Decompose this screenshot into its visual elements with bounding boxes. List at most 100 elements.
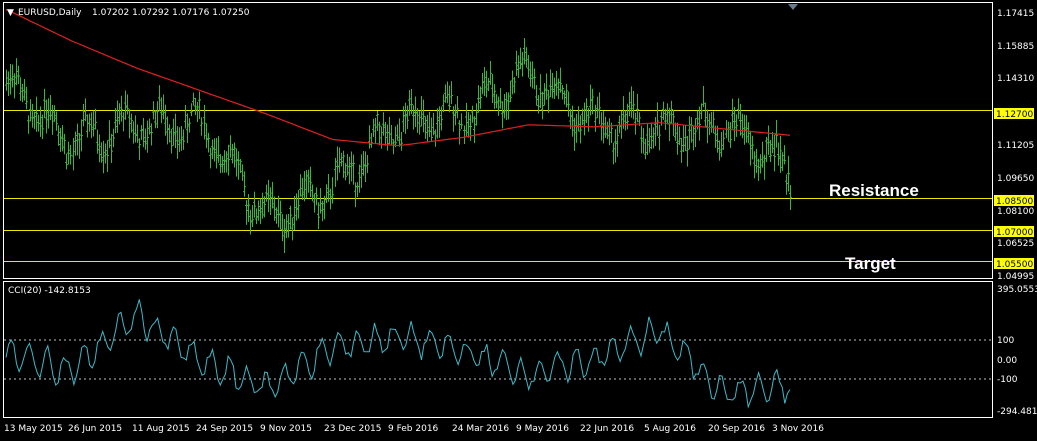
price-bar [606, 121, 609, 140]
price-bar [90, 112, 93, 139]
cci-tick: 395.0553 [997, 285, 1037, 295]
price-bar [102, 140, 105, 174]
price-bar [497, 96, 500, 116]
price-bar [751, 135, 754, 160]
time-tick: 24 Mar 2016 [452, 424, 509, 434]
time-tick: 9 Nov 2015 [260, 424, 312, 434]
price-bar [305, 169, 308, 199]
price-bar [509, 80, 512, 103]
price-tick: 1.15885 [997, 42, 1034, 52]
symbol-label: EURUSD,Daily [18, 8, 82, 18]
price-bar [525, 47, 528, 68]
price-bar [686, 136, 689, 167]
price-bar [467, 112, 470, 138]
trading-chart-window[interactable]: ▼ EURUSD,Daily 1.07202 1.07292 1.07176 1… [0, 0, 1037, 441]
price-bar [329, 188, 332, 210]
price-bar [458, 120, 461, 145]
price-tick: 1.04995 [997, 272, 1034, 282]
price-bar [501, 101, 504, 129]
price-bar [59, 128, 62, 152]
price-bar [710, 112, 713, 133]
price-bar [213, 138, 216, 162]
price-bar [98, 134, 101, 163]
price-bar [269, 187, 272, 216]
price-bar [475, 103, 478, 126]
price-bar [112, 128, 115, 148]
price-bar [557, 78, 560, 100]
chart-shift-marker[interactable] [788, 4, 798, 10]
price-bar [265, 184, 268, 202]
price-bar [136, 124, 139, 143]
price-bar [84, 98, 87, 122]
price-tick: 1.09650 [997, 174, 1034, 184]
price-bar [45, 99, 48, 134]
price-bar [759, 154, 762, 174]
price-tick: 1.17415 [997, 9, 1034, 19]
price-bar [340, 152, 343, 167]
price-bar [346, 153, 349, 176]
cci-tick: 100 [997, 336, 1014, 346]
price-bar [656, 102, 659, 136]
price-bar [390, 124, 393, 146]
price-bar [19, 77, 22, 101]
price-bar [396, 124, 399, 141]
price-bar [51, 104, 54, 135]
price-bar [503, 93, 506, 119]
price-bar [465, 102, 468, 137]
price-bar [88, 113, 91, 132]
price-bar [82, 103, 85, 127]
price-bar [446, 81, 449, 104]
price-bar [219, 154, 222, 174]
price-bar [680, 138, 683, 163]
price-bar [533, 68, 536, 90]
price-bar [342, 150, 345, 178]
time-tick: 13 May 2015 [4, 424, 63, 434]
price-tick: 1.06525 [997, 239, 1034, 249]
price-bar [519, 47, 522, 70]
cci-tick: -294.4813 [997, 407, 1037, 417]
price-bar [773, 134, 776, 172]
price-bar [708, 113, 711, 136]
price-bar [622, 96, 625, 129]
price-bar [624, 110, 627, 131]
price-bar [454, 104, 457, 126]
price-bar [543, 83, 546, 106]
price-bar [769, 139, 772, 163]
price-bar [672, 110, 675, 136]
time-tick: 11 Aug 2015 [132, 424, 190, 434]
price-bar [648, 127, 651, 153]
price-bar [652, 127, 655, 149]
triangle-down-icon[interactable]: ▼ [7, 8, 14, 18]
price-bar [31, 103, 34, 128]
price-bar [65, 153, 68, 170]
price-bar [720, 131, 723, 158]
price-bar [549, 69, 552, 98]
price-bar [380, 126, 383, 149]
price-bar [722, 130, 725, 150]
price-bar [714, 125, 717, 148]
price-bar [122, 112, 125, 132]
chart-canvas[interactable]: ▼ EURUSD,Daily 1.07202 1.07292 1.07176 1… [0, 0, 1037, 441]
price-bar [21, 84, 24, 103]
price-bar [630, 86, 633, 118]
price-bar [636, 93, 639, 123]
price-bar [547, 89, 550, 113]
price-bar [174, 113, 177, 149]
price-bar [164, 104, 167, 136]
price-bar [729, 122, 732, 148]
price-bar [57, 125, 60, 146]
price-bar [529, 61, 532, 87]
cci-line [5, 299, 791, 409]
price-bar [418, 111, 421, 135]
price-bar [700, 103, 703, 120]
price-bar [555, 70, 558, 96]
price-bar [541, 91, 544, 120]
price-tick: 1.11205 [997, 141, 1034, 151]
price-bar [789, 185, 792, 211]
target-annotation: Target [845, 254, 896, 273]
price-bar [209, 147, 212, 169]
price-bar [761, 141, 764, 168]
time-tick: 9 May 2016 [516, 424, 569, 434]
price-bar [245, 200, 248, 225]
time-tick: 9 Feb 2016 [388, 424, 439, 434]
